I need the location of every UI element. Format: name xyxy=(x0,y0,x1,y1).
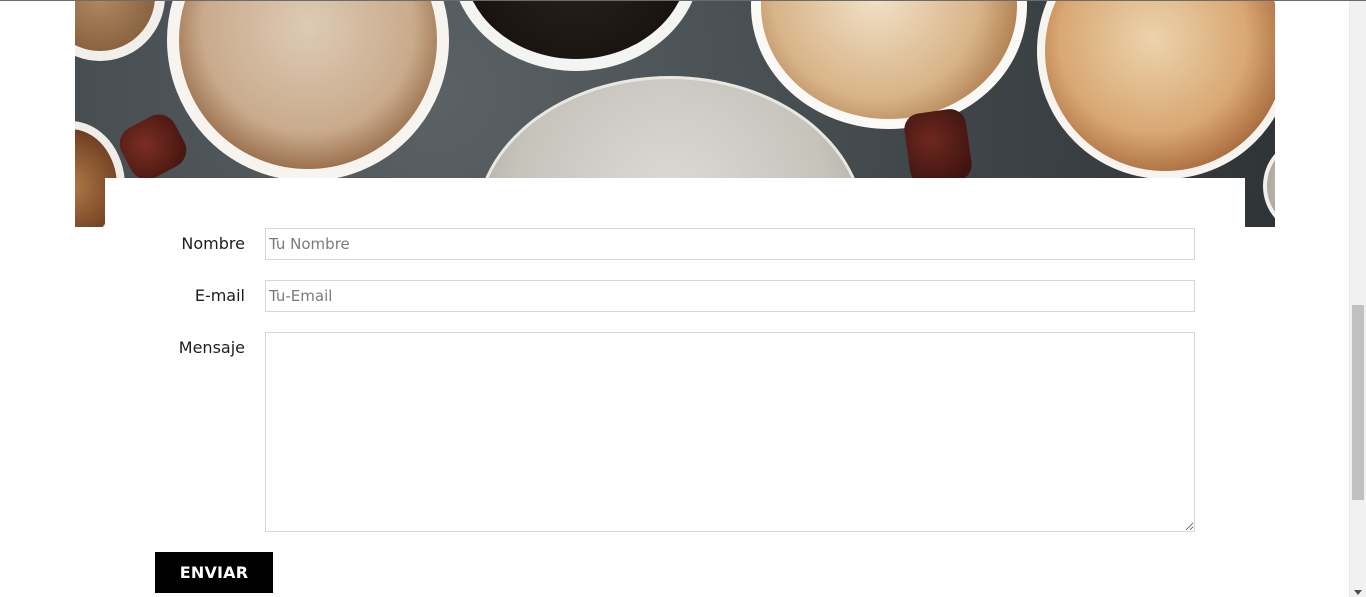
contact-form-card: Nombre E-mail Mensaje ENVIAR xyxy=(105,178,1245,597)
scroll-down-arrow-icon[interactable] xyxy=(1354,590,1362,595)
coffee-cup-image xyxy=(1037,1,1275,179)
page-scrollbar[interactable] xyxy=(1349,1,1366,597)
message-textarea[interactable] xyxy=(265,332,1195,532)
message-label: Mensaje xyxy=(178,338,245,357)
coffee-cup-image xyxy=(167,1,449,181)
coffee-cup-image xyxy=(75,1,165,61)
coffee-cup-image xyxy=(451,1,701,71)
cup-handle-image xyxy=(113,108,193,186)
submit-button[interactable]: ENVIAR xyxy=(155,552,273,593)
email-input[interactable] xyxy=(265,280,1195,312)
page: Nombre E-mail Mensaje ENVIAR xyxy=(0,0,1366,597)
name-label: Nombre xyxy=(181,234,245,253)
email-label: E-mail xyxy=(194,286,245,305)
name-input[interactable] xyxy=(265,228,1195,260)
scrollbar-thumb[interactable] xyxy=(1352,305,1364,500)
cup-handle-image xyxy=(902,107,974,187)
coffee-cup-image xyxy=(1263,141,1275,227)
